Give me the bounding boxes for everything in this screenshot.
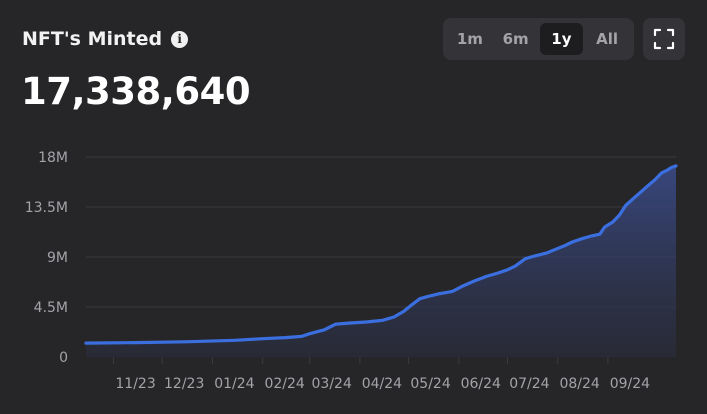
x-tick-label: 11/23 (115, 376, 155, 392)
x-tick-label: 08/24 (559, 376, 599, 392)
x-tick-label: 04/24 (362, 376, 402, 392)
x-tick-label: 12/23 (164, 376, 204, 392)
x-tick-label: 02/24 (264, 376, 304, 392)
x-tick-label: 01/24 (214, 376, 254, 392)
x-tick-label: 05/24 (410, 376, 450, 392)
area-chart: 0 4.5M 9M 13.5M 18M 11/23 12/23 01/24 02/24 03/2… (25, 150, 678, 392)
x-tick-label: 07/24 (509, 376, 549, 392)
x-tick-label: 03/24 (312, 376, 352, 392)
y-tick-label: 18M (38, 150, 68, 166)
y-tick-label: 4.5M (34, 300, 68, 316)
y-tick-label: 9M (47, 250, 68, 266)
y-tick-label: 13.5M (25, 200, 68, 216)
x-tick-label: 06/24 (461, 376, 501, 392)
y-tick-label: 0 (59, 350, 68, 366)
x-tick-label: 09/24 (610, 376, 650, 392)
area-fill (86, 165, 676, 357)
